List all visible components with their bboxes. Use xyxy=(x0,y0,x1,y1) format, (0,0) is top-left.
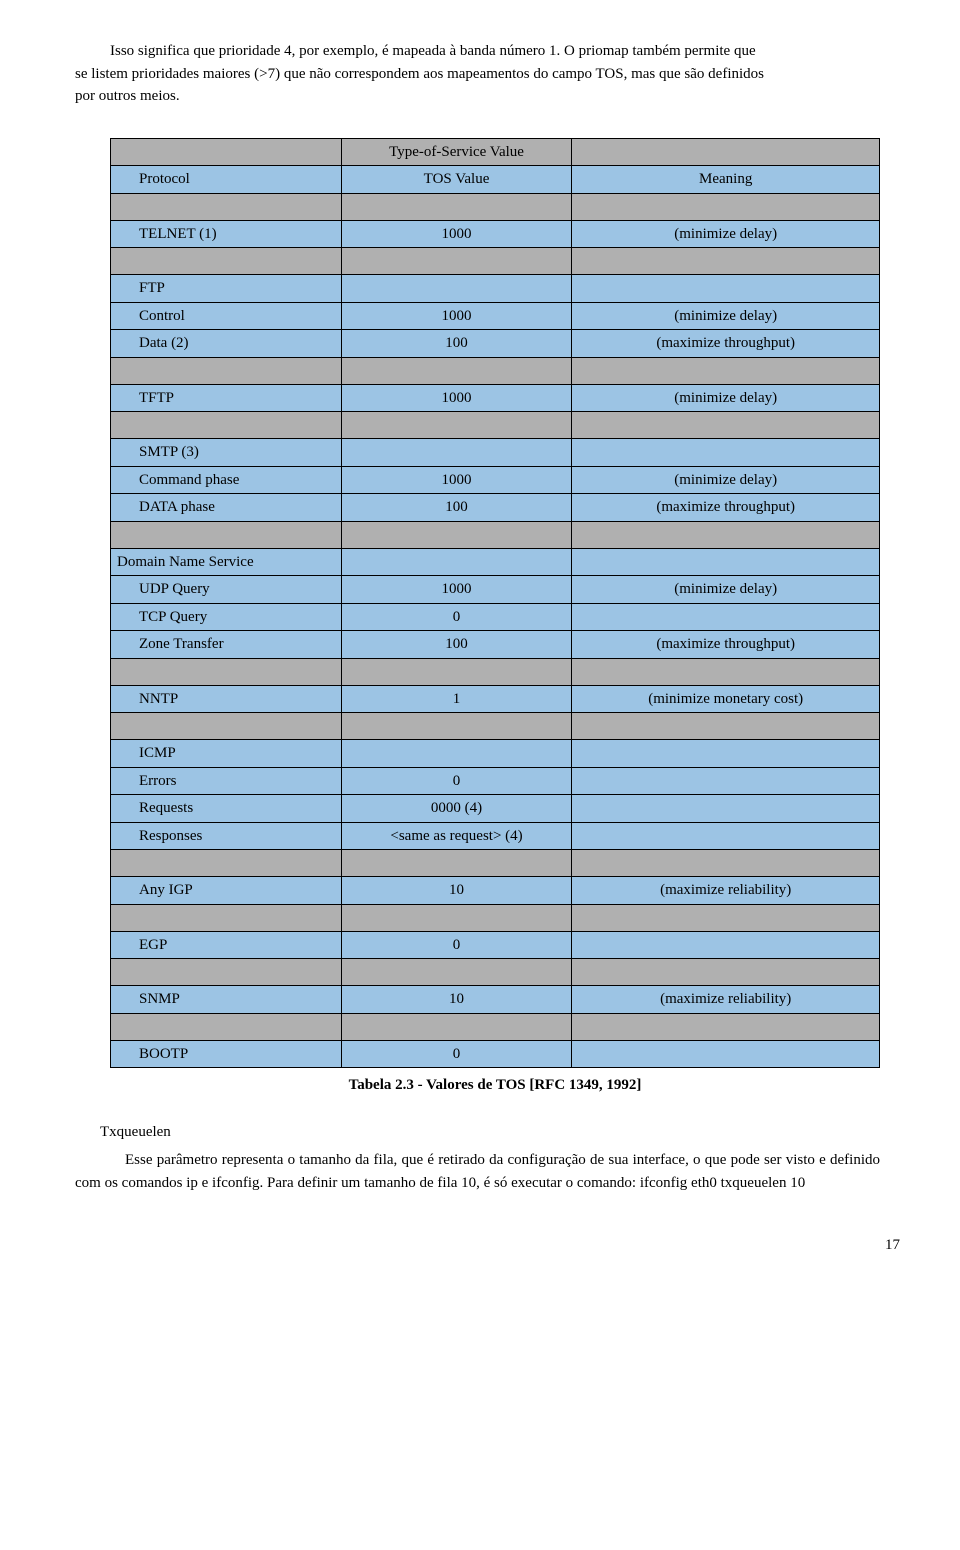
col-protocol: Protocol xyxy=(111,166,342,194)
tos-table: Type-of-Service Value Protocol TOS Value… xyxy=(110,138,880,1069)
table-row: NNTP 1 (minimize monetary cost) xyxy=(111,685,880,713)
intro-line1: Isso significa que prioridade 4, por exe… xyxy=(110,43,756,59)
table-column-row: Protocol TOS Value Meaning xyxy=(111,166,880,194)
section-heading: Txqueuelen xyxy=(100,1121,880,1144)
table-row: TFTP 1000 (minimize delay) xyxy=(111,384,880,412)
table-row: TCP Query 0 xyxy=(111,603,880,631)
section-paragraph: Esse parâmetro representa o tamanho da f… xyxy=(75,1149,880,1194)
table-row: FTP xyxy=(111,275,880,303)
table-header-row: Type-of-Service Value xyxy=(111,138,880,166)
col-meaning: Meaning xyxy=(572,166,880,194)
table-caption: Tabela 2.3 - Valores de TOS [RFC 1349, 1… xyxy=(110,1074,880,1097)
col-tos: TOS Value xyxy=(341,166,572,194)
intro-line3: por outros meios. xyxy=(75,88,180,104)
table-row: TELNET (1) 1000 (minimize delay) xyxy=(111,220,880,248)
table-row: Requests 0000 (4) xyxy=(111,795,880,823)
table-row: SNMP 10 (maximize reliability) xyxy=(111,986,880,1014)
intro-paragraph: Isso significa que prioridade 4, por exe… xyxy=(110,40,880,108)
table-title: Type-of-Service Value xyxy=(341,138,572,166)
intro-line2: se listem prioridades maiores (>7) que n… xyxy=(75,66,764,82)
table-row: SMTP (3) xyxy=(111,439,880,467)
table-row: Zone Transfer 100 (maximize throughput) xyxy=(111,631,880,659)
page-number: 17 xyxy=(110,1234,900,1257)
table-row: Errors 0 xyxy=(111,767,880,795)
table-row: Data (2) 100 (maximize throughput) xyxy=(111,330,880,358)
table-row: Control 1000 (minimize delay) xyxy=(111,302,880,330)
table-row: Responses <same as request> (4) xyxy=(111,822,880,850)
table-row: ICMP xyxy=(111,740,880,768)
table-row: UDP Query 1000 (minimize delay) xyxy=(111,576,880,604)
table-row: BOOTP 0 xyxy=(111,1040,880,1068)
table-row: Any IGP 10 (maximize reliability) xyxy=(111,877,880,905)
table-row: Command phase 1000 (minimize delay) xyxy=(111,466,880,494)
table-row: DATA phase 100 (maximize throughput) xyxy=(111,494,880,522)
table-row: EGP 0 xyxy=(111,931,880,959)
table-row: Domain Name Service xyxy=(111,548,880,576)
